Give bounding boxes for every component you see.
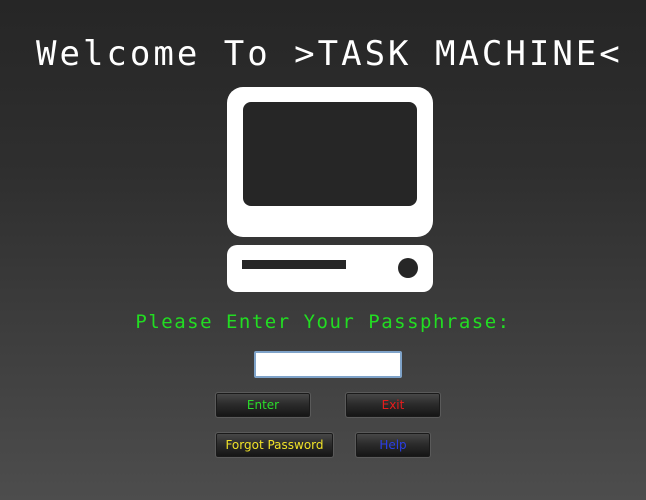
page-title: Welcome To >TASK MACHINE< xyxy=(36,34,623,74)
help-button[interactable]: Help xyxy=(355,432,431,458)
computer-icon xyxy=(227,87,433,292)
forgot-password-button[interactable]: Forgot Password xyxy=(215,432,334,458)
exit-button[interactable]: Exit xyxy=(345,392,441,418)
enter-button[interactable]: Enter xyxy=(215,392,311,418)
passphrase-input[interactable] xyxy=(254,351,402,378)
passphrase-prompt: Please Enter Your Passphrase: xyxy=(135,311,511,333)
